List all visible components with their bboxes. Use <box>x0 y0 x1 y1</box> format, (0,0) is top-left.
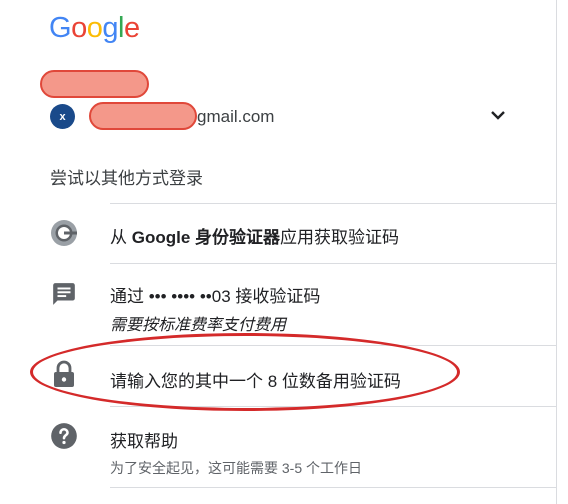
lock-icon <box>50 360 78 388</box>
logo-letter: e <box>123 12 140 44</box>
option-note: 需要按标准费率支付费用 <box>110 317 287 334</box>
option-label: 获取帮助 <box>110 432 178 451</box>
message-icon <box>50 280 78 308</box>
google-logo: Google <box>49 12 140 45</box>
option-sms[interactable]: 通过 ••• •••• ••03 接收验证码 需要按标准费率支付费用 <box>0 264 556 345</box>
avatar: x <box>50 104 75 129</box>
account-chip[interactable]: x gmail.com <box>50 102 520 132</box>
logo-letter: G <box>49 12 72 44</box>
option-prefix: 从 <box>110 228 132 247</box>
authenticator-icon <box>50 219 78 247</box>
option-label: 通过 ••• •••• ••03 接收验证码 <box>110 287 321 306</box>
email-suffix: gmail.com <box>197 107 275 126</box>
option-suffix: 应用获取验证码 <box>280 228 400 247</box>
option-backup-code[interactable]: 请输入您的其中一个 8 位数备用验证码 <box>0 346 556 406</box>
redacted-name <box>40 70 149 98</box>
help-icon <box>50 422 78 450</box>
panel-edge <box>556 0 557 504</box>
divider <box>110 487 556 488</box>
option-authenticator[interactable]: 从 Google 身份验证器应用获取验证码 <box>0 204 556 263</box>
option-get-help[interactable]: 获取帮助 为了安全起见，这可能需要 3-5 个工作日 <box>0 407 556 487</box>
option-bold: Google 身份验证器 <box>131 228 281 247</box>
redacted-email <box>89 102 197 130</box>
logo-letter: g <box>102 12 118 44</box>
option-note: 为了安全起见，这可能需要 3-5 个工作日 <box>110 460 363 476</box>
logo-letter: o <box>86 12 103 44</box>
option-label: 从 Google 身份验证器应用获取验证码 <box>110 223 399 248</box>
chevron-down-icon[interactable] <box>488 105 508 125</box>
logo-letter: o <box>71 12 87 44</box>
page-subtitle: 尝试以其他方式登录 <box>50 169 203 188</box>
option-label: 请输入您的其中一个 8 位数备用验证码 <box>110 372 401 391</box>
